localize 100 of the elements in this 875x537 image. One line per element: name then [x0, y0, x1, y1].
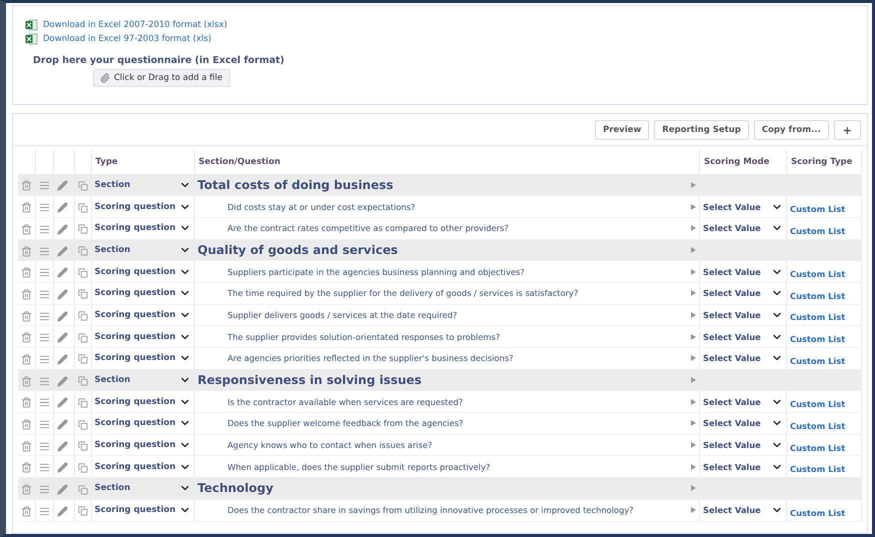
expand-arrow-icon[interactable]	[691, 312, 696, 318]
pencil-icon[interactable]	[56, 224, 68, 235]
type-select[interactable]: Scoring question	[94, 396, 176, 407]
scoring-type-link[interactable]: Custom List	[790, 334, 846, 344]
copy-icon[interactable]	[78, 376, 88, 386]
scoring-mode-select[interactable]: Select Value	[703, 505, 761, 516]
scoring-type-link[interactable]: Custom List	[790, 399, 846, 410]
expand-arrow-icon[interactable]	[691, 290, 696, 296]
scoring-type-link[interactable]: Custom List	[790, 442, 846, 453]
expand-arrow-icon[interactable]	[691, 268, 696, 275]
trash-icon[interactable]	[21, 180, 32, 192]
drag-handle-icon[interactable]	[38, 288, 50, 300]
drag-handle-icon[interactable]	[38, 332, 50, 344]
expand-arrow-icon[interactable]	[691, 182, 696, 188]
trash-icon[interactable]	[21, 484, 32, 496]
type-select[interactable]: Scoring question	[94, 440, 176, 450]
trash-icon[interactable]	[21, 288, 32, 300]
scoring-mode-select[interactable]: Select Value	[703, 332, 761, 342]
copy-icon[interactable]	[78, 398, 88, 408]
drag-handle-icon[interactable]	[38, 202, 50, 214]
pencil-icon[interactable]	[56, 180, 68, 192]
expand-arrow-icon[interactable]	[691, 246, 696, 253]
pencil-icon[interactable]	[56, 397, 68, 408]
drag-handle-icon[interactable]	[38, 246, 50, 257]
scoring-mode-select[interactable]: Select Value	[703, 266, 761, 277]
copy-icon[interactable]	[78, 441, 88, 452]
copy-icon[interactable]	[78, 246, 88, 256]
trash-icon[interactable]	[21, 354, 32, 365]
type-select[interactable]: Scoring question	[94, 332, 176, 342]
drag-handle-icon[interactable]	[38, 354, 50, 365]
copy-icon[interactable]	[78, 506, 88, 516]
download-link[interactable]: Download in Excel 2007-2010 format (xlsx)	[43, 20, 228, 30]
pencil-icon[interactable]	[56, 202, 68, 214]
trash-icon[interactable]	[21, 419, 32, 430]
type-select[interactable]: Scoring question	[94, 202, 176, 212]
copy-icon[interactable]	[78, 202, 88, 213]
copy-icon[interactable]	[78, 420, 88, 430]
pencil-icon[interactable]	[56, 267, 68, 278]
pencil-icon[interactable]	[56, 288, 68, 300]
copy-icon[interactable]	[78, 354, 88, 364]
scoring-type-link[interactable]: Custom List	[790, 269, 846, 280]
expand-arrow-icon[interactable]	[691, 334, 696, 340]
expand-arrow-icon[interactable]	[691, 420, 696, 426]
scoring-mode-select[interactable]: Select Value	[703, 202, 761, 212]
download-link[interactable]: Download in Excel 97-2003 format (xls)	[43, 34, 212, 44]
pencil-icon[interactable]	[56, 354, 68, 365]
scoring-type-link[interactable]: Custom List	[790, 508, 846, 518]
type-select[interactable]: Scoring question	[94, 462, 176, 472]
expand-arrow-icon[interactable]	[691, 442, 696, 448]
trash-icon[interactable]	[21, 376, 32, 387]
drag-handle-icon[interactable]	[38, 397, 50, 408]
drag-handle-icon[interactable]	[38, 419, 50, 430]
expand-arrow-icon[interactable]	[691, 507, 696, 514]
copy-icon[interactable]	[78, 332, 88, 343]
copy-icon[interactable]	[78, 462, 88, 473]
copy-icon[interactable]	[78, 224, 88, 234]
type-select[interactable]: Scoring question	[94, 288, 176, 298]
copy-icon[interactable]	[78, 484, 88, 495]
scoring-mode-select[interactable]: Select Value	[703, 418, 761, 428]
copy-icon[interactable]	[78, 180, 88, 191]
expand-arrow-icon[interactable]	[691, 485, 696, 492]
type-select[interactable]: Scoring question	[94, 418, 176, 428]
pencil-icon[interactable]	[56, 440, 68, 452]
toolbar-button[interactable]: Preview	[594, 120, 650, 140]
scoring-mode-select[interactable]: Select Value	[703, 288, 761, 298]
trash-icon[interactable]	[21, 462, 32, 474]
pencil-icon[interactable]	[56, 246, 68, 257]
toolbar-button[interactable]: Copy from...	[754, 120, 829, 140]
pencil-icon[interactable]	[56, 462, 68, 474]
copy-icon[interactable]	[78, 289, 88, 300]
pencil-icon[interactable]	[56, 332, 68, 344]
scoring-type-link[interactable]: Custom List	[790, 312, 846, 322]
type-select[interactable]: Scoring question	[94, 505, 176, 516]
expand-arrow-icon[interactable]	[691, 464, 696, 470]
pencil-icon[interactable]	[56, 376, 68, 387]
copy-icon[interactable]	[78, 311, 88, 322]
trash-icon[interactable]	[21, 202, 32, 214]
expand-arrow-icon[interactable]	[691, 204, 696, 210]
expand-arrow-icon[interactable]	[691, 225, 696, 232]
add-button[interactable]: +	[834, 120, 861, 140]
type-select[interactable]: Section	[94, 375, 130, 386]
trash-icon[interactable]	[21, 440, 32, 452]
expand-arrow-icon[interactable]	[691, 355, 696, 362]
drag-handle-icon[interactable]	[38, 310, 50, 322]
type-select[interactable]: Section	[94, 483, 130, 494]
scoring-mode-select[interactable]: Select Value	[703, 396, 761, 407]
pencil-icon[interactable]	[56, 310, 68, 322]
drag-handle-icon[interactable]	[38, 440, 50, 452]
type-select[interactable]: Section	[94, 180, 130, 190]
type-select[interactable]: Scoring question	[94, 223, 176, 234]
type-select[interactable]: Scoring question	[94, 310, 176, 320]
scoring-mode-select[interactable]: Select Value	[703, 462, 761, 472]
scoring-type-link[interactable]: Custom List	[790, 290, 846, 301]
type-select[interactable]: Section	[94, 244, 130, 255]
trash-icon[interactable]	[21, 397, 32, 408]
drag-handle-icon[interactable]	[38, 506, 50, 517]
scoring-mode-select[interactable]: Select Value	[703, 310, 761, 320]
toolbar-button[interactable]: Reporting Setup	[654, 120, 749, 140]
drag-handle-icon[interactable]	[38, 462, 50, 474]
type-select[interactable]: Scoring question	[94, 353, 176, 364]
